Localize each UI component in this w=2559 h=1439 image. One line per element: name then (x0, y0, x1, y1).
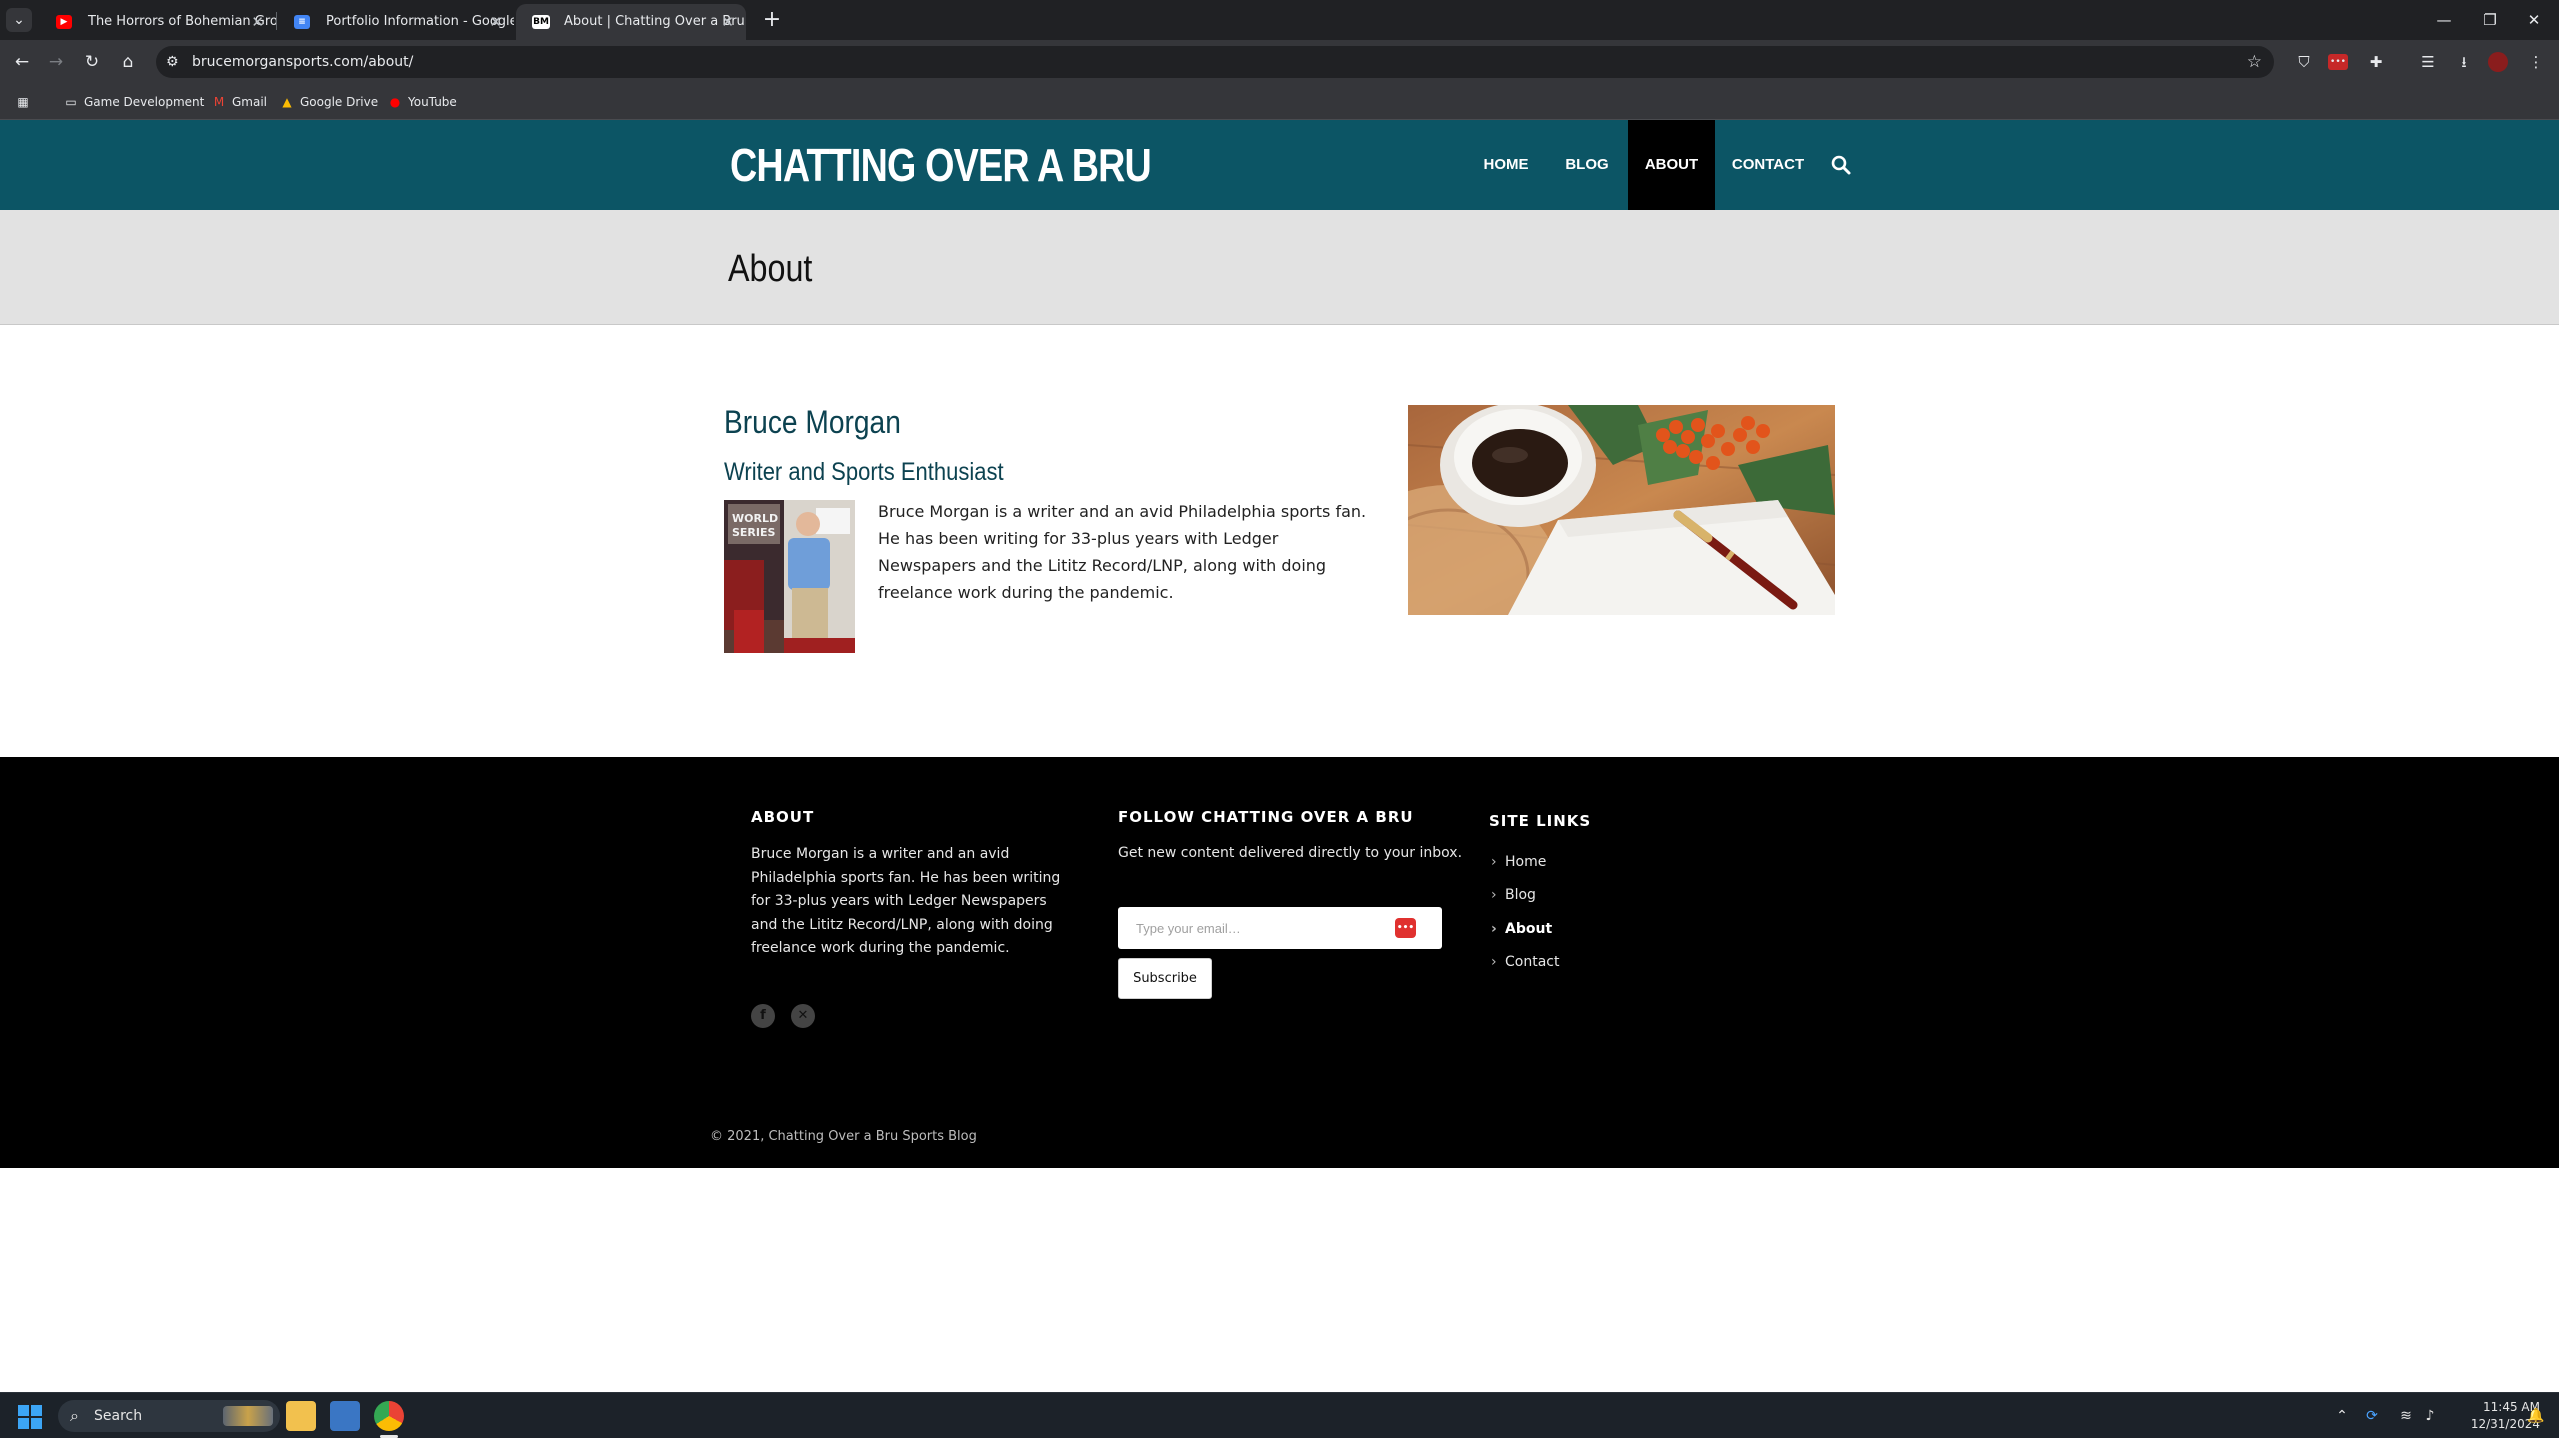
file-explorer-icon[interactable] (286, 1401, 316, 1431)
chevron-up-icon[interactable]: ⌃ (2330, 1393, 2354, 1439)
coffee-and-notepad-image (1408, 405, 1835, 615)
page-title-band: About (0, 210, 2559, 325)
chevron-right-icon: › (1491, 921, 1497, 937)
footer-link-home[interactable]: › Home (1491, 854, 1546, 870)
page-title: About (728, 248, 813, 290)
taskbar-search-box[interactable]: ⌕ Search (58, 1400, 280, 1432)
tab-bohemian-grove[interactable]: ▶ The Horrors of Bohemian Grove ✕ (40, 4, 276, 40)
notification-bell-icon[interactable]: 🔔 (2524, 1393, 2548, 1439)
close-window-icon[interactable]: ✕ (2514, 4, 2554, 36)
menu-icon[interactable]: ⋮ (2524, 50, 2548, 74)
url-text[interactable]: brucemorgansports.com/about/ (192, 46, 413, 78)
notepad-icon[interactable] (330, 1401, 360, 1431)
site-footer: ABOUT Bruce Morgan is a writer and an av… (0, 757, 2559, 1168)
bookmark-star-icon[interactable]: ☆ (2247, 46, 2262, 78)
copyright-text: © 2021, Chatting Over a Bru Sports Blog (710, 1129, 977, 1144)
wifi-icon[interactable]: ≋ (2394, 1393, 2418, 1439)
youtube-icon: ● (389, 95, 401, 109)
back-icon[interactable]: ← (8, 48, 36, 76)
follow-description: Get new content delivered directly to yo… (1118, 845, 1463, 861)
chrome-icon[interactable] (374, 1401, 404, 1431)
restore-icon[interactable]: ❐ (2470, 4, 2510, 36)
forward-icon[interactable]: → (42, 48, 70, 76)
folder-icon: ▭ (65, 95, 77, 109)
new-tab-button[interactable]: + (758, 6, 786, 34)
author-subtitle: Writer and Sports Enthusiast (724, 458, 1004, 486)
gmail-icon: M (213, 95, 225, 109)
google-docs-icon: ≡ (294, 15, 310, 29)
chevron-right-icon: › (1491, 954, 1497, 970)
minimize-icon[interactable]: — (2424, 4, 2464, 36)
bookmark-youtube[interactable]: ● YouTube (388, 84, 457, 120)
password-manager-badge-icon[interactable]: ••• (1395, 918, 1416, 938)
tab-search-icon[interactable]: ⌄ (6, 8, 32, 32)
password-manager-icon[interactable]: ••• (2328, 54, 2348, 70)
svg-text:SERIES: SERIES (732, 526, 776, 539)
volume-icon[interactable]: ♪ (2418, 1393, 2442, 1439)
email-input[interactable] (1118, 907, 1442, 949)
nav-about[interactable]: ABOUT (1628, 120, 1715, 210)
footer-site-links-heading: SITE LINKS (1489, 812, 1592, 830)
search-highlight-image (223, 1406, 273, 1426)
tab-title: Portfolio Information - Google (326, 14, 514, 29)
profile-avatar[interactable] (2488, 52, 2508, 72)
footer-about-heading: ABOUT (751, 808, 815, 826)
nav-contact[interactable]: CONTACT (1725, 120, 1811, 210)
apps-grid-icon[interactable]: ▦ (16, 84, 36, 120)
close-tab-icon[interactable]: ✕ (251, 4, 264, 40)
subscribe-button[interactable]: Subscribe (1118, 958, 1212, 999)
windows-taskbar: ⌕ Search ⌃ ⟳ ≋ ♪ 11:45 AM 12/31/2024 🔔 (0, 1392, 2559, 1438)
puzzle-icon[interactable]: ✚ (2364, 50, 2388, 74)
reading-list-icon[interactable]: ☰ (2416, 50, 2440, 74)
chevron-right-icon: › (1491, 854, 1497, 870)
browser-tab-bar: ⌄ ▶ The Horrors of Bohemian Grove ✕ ≡ Po… (0, 0, 2559, 40)
tab-divider (276, 12, 277, 30)
nav-blog[interactable]: BLOG (1552, 120, 1622, 210)
site-logo[interactable]: CHATTING OVER A BRU (730, 138, 1152, 192)
search-icon: ⌕ (70, 1406, 79, 1425)
svg-text:WORLD: WORLD (732, 512, 778, 525)
tab-title: The Horrors of Bohemian Grove (88, 14, 276, 29)
chevron-right-icon: › (1491, 887, 1497, 903)
windows-start-icon[interactable] (18, 1405, 42, 1429)
site-info-icon[interactable]: ⚙ (166, 46, 179, 78)
taskbar-search-label: Search (94, 1408, 143, 1424)
home-icon[interactable]: ⌂ (114, 48, 142, 76)
x-twitter-icon[interactable]: ✕ (791, 1004, 815, 1028)
bookmark-game-development[interactable]: ▭ Game Development (64, 84, 204, 120)
address-bar[interactable]: ⚙ brucemorgansports.com/about/ ☆ (156, 46, 2274, 78)
bookmarks-bar: ▦ ▭ Game Development M Gmail ▲ Google Drive… (0, 84, 2559, 120)
author-name: Bruce Morgan (724, 404, 901, 440)
footer-follow-heading: FOLLOW CHATTING OVER A BRU (1118, 808, 1414, 826)
sync-icon[interactable]: ⟳ (2360, 1393, 2384, 1439)
bookmark-gmail[interactable]: M Gmail (212, 84, 267, 120)
site-favicon: BM (532, 15, 550, 29)
site-header: CHATTING OVER A BRU HOME BLOG ABOUT CONT… (0, 120, 2559, 210)
close-tab-icon[interactable]: ✕ (489, 4, 502, 40)
footer-link-about[interactable]: › About (1491, 921, 1552, 937)
extension-icon[interactable]: ⛉ (2292, 50, 2316, 74)
youtube-icon: ▶ (56, 15, 72, 29)
tab-about-chatting-over-a-bru[interactable]: BM About | Chatting Over a Bru ✕ (516, 4, 746, 40)
close-tab-icon[interactable]: ✕ (721, 4, 734, 40)
google-drive-icon: ▲ (282, 95, 292, 109)
author-bio: Bruce Morgan is a writer and an avid Phi… (878, 502, 1367, 602)
reload-icon[interactable]: ↻ (78, 48, 106, 76)
facebook-icon[interactable]: f (751, 1004, 775, 1028)
footer-link-contact[interactable]: › Contact (1491, 954, 1559, 970)
tab-portfolio-information[interactable]: ≡ Portfolio Information - Google ✕ (278, 4, 514, 40)
author-photo: WORLD SERIES (724, 500, 855, 653)
browser-toolbar: ← → ↻ ⌂ ⚙ brucemorgansports.com/about/ ☆… (0, 40, 2559, 84)
search-icon[interactable] (1830, 154, 1852, 176)
footer-about-text: Bruce Morgan is a writer and an avid Phi… (751, 846, 1061, 956)
footer-link-blog[interactable]: › Blog (1491, 887, 1536, 903)
tab-title: About | Chatting Over a Bru (564, 14, 745, 29)
download-icon[interactable]: ⭳ (2452, 50, 2476, 74)
nav-home[interactable]: HOME (1470, 120, 1542, 210)
bookmark-google-drive[interactable]: ▲ Google Drive (280, 84, 378, 120)
